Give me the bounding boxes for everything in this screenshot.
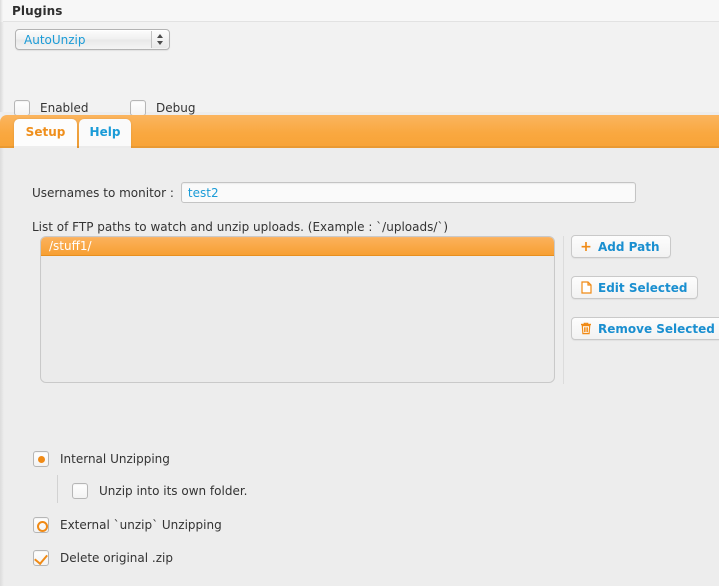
internal-unzipping-radio[interactable]: [33, 451, 49, 467]
top-header-bar: Plugins: [0, 0, 719, 22]
own-folder-checkbox[interactable]: [72, 483, 88, 499]
external-unzipping-radio[interactable]: [33, 517, 49, 533]
setup-tab-panel: Usernames to monitor : List of FTP paths…: [0, 148, 719, 586]
chevron-updown-icon[interactable]: [151, 31, 168, 48]
internal-unzipping-label: Internal Unzipping: [60, 452, 170, 466]
delete-original-label: Delete original .zip: [60, 551, 173, 565]
debug-checkbox-label: Debug: [156, 101, 196, 115]
external-unzipping-row[interactable]: External `unzip` Unzipping: [33, 517, 222, 533]
ftp-paths-listbox[interactable]: /stuff1/: [40, 236, 555, 383]
delete-original-row[interactable]: Delete original .zip: [33, 550, 173, 566]
add-path-button-label: Add Path: [598, 239, 660, 254]
usernames-field-row: Usernames to monitor :: [32, 182, 636, 203]
usernames-input[interactable]: [180, 182, 636, 203]
enabled-checkbox[interactable]: [14, 100, 30, 116]
panel-left-edge: [0, 22, 4, 112]
internal-unzipping-row[interactable]: Internal Unzipping: [33, 451, 170, 467]
vertical-divider: [563, 236, 564, 384]
edit-selected-button[interactable]: Edit Selected: [571, 276, 699, 299]
path-actions-group: + Add Path Edit Selected Remove Selected: [571, 235, 719, 358]
plugin-select-value: AutoUnzip: [24, 33, 86, 47]
chevron-up-glyph: [157, 34, 163, 38]
chevron-down-glyph: [157, 41, 163, 45]
tab-help[interactable]: Help: [79, 119, 131, 148]
content-left-edge: [0, 148, 4, 586]
header-left-edge: [0, 0, 3, 22]
paths-caption: List of FTP paths to watch and unzip upl…: [32, 220, 449, 234]
enabled-checkbox-label: Enabled: [40, 101, 89, 115]
usernames-label: Usernames to monitor :: [32, 185, 174, 200]
trash-icon: [580, 322, 592, 335]
radio-dot-icon: [37, 455, 45, 463]
own-folder-label: Unzip into its own folder.: [99, 484, 248, 498]
remove-selected-button[interactable]: Remove Selected: [571, 317, 719, 340]
plugin-selection-panel: AutoUnzip Enabled Debug: [0, 22, 719, 116]
remove-selected-button-label: Remove Selected: [598, 321, 715, 336]
page-title: Plugins: [12, 4, 63, 18]
debug-checkbox-row[interactable]: Debug: [130, 100, 195, 116]
option-indent-guide: [57, 475, 58, 503]
external-unzipping-label: External `unzip` Unzipping: [60, 518, 222, 532]
list-item[interactable]: /stuff1/: [41, 237, 554, 256]
tab-bar: Setup Help: [0, 115, 719, 148]
document-icon: [580, 281, 592, 294]
plugin-select[interactable]: AutoUnzip: [15, 29, 170, 50]
own-folder-row[interactable]: Unzip into its own folder.: [72, 483, 247, 499]
plus-icon: +: [580, 238, 592, 255]
add-path-button[interactable]: + Add Path: [571, 235, 671, 258]
radio-ring-icon: [36, 520, 48, 532]
debug-checkbox[interactable]: [130, 100, 146, 116]
checkmark-icon: [34, 550, 48, 566]
tab-setup[interactable]: Setup: [14, 119, 77, 148]
delete-original-checkbox[interactable]: [33, 550, 49, 566]
enabled-checkbox-row[interactable]: Enabled: [14, 100, 89, 116]
edit-selected-button-label: Edit Selected: [598, 280, 688, 295]
